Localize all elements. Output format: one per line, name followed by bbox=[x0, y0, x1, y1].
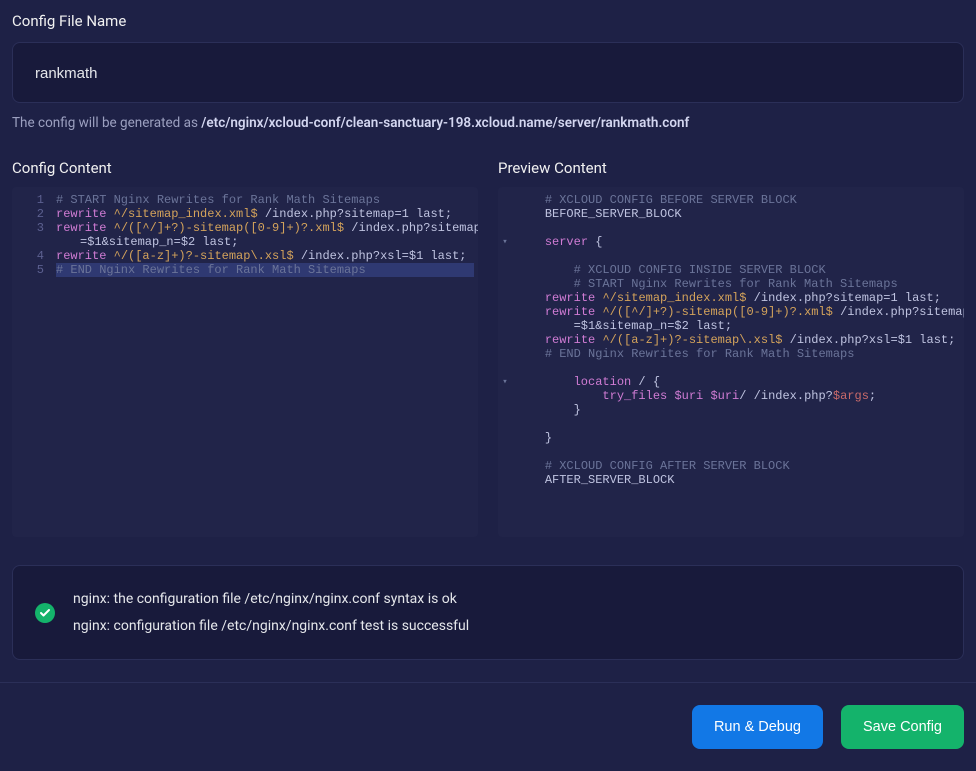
run-debug-button[interactable]: Run & Debug bbox=[692, 705, 823, 749]
preview-content-editor: ▾▾ # XCLOUD CONFIG BEFORE SERVER BLOCK B… bbox=[498, 187, 964, 537]
config-name-input[interactable] bbox=[35, 65, 941, 82]
editor-code[interactable]: # START Nginx Rewrites for Rank Math Sit… bbox=[52, 187, 478, 537]
footer: Run & Debug Save Config bbox=[0, 682, 976, 771]
hint-path: /etc/nginx/xcloud-conf/clean-sanctuary-1… bbox=[201, 115, 689, 131]
config-name-input-wrap[interactable] bbox=[12, 42, 964, 103]
hint-prefix: The config will be generated as bbox=[12, 115, 201, 131]
config-path-hint: The config will be generated as /etc/ngi… bbox=[12, 115, 964, 131]
preview-content-label: Preview Content bbox=[498, 159, 964, 177]
editor-gutter: 12345 bbox=[12, 187, 52, 537]
status-text: nginx: the configuration file /etc/nginx… bbox=[73, 586, 469, 639]
status-line-2: nginx: configuration file /etc/nginx/ngi… bbox=[73, 613, 469, 640]
status-line-1: nginx: the configuration file /etc/nginx… bbox=[73, 586, 469, 613]
config-name-label: Config File Name bbox=[12, 12, 964, 30]
config-content-editor[interactable]: 12345 # START Nginx Rewrites for Rank Ma… bbox=[12, 187, 478, 537]
preview-fold-column: ▾▾ bbox=[498, 187, 512, 537]
success-check-icon bbox=[35, 603, 55, 623]
preview-code: # XCLOUD CONFIG BEFORE SERVER BLOCK BEFO… bbox=[512, 187, 964, 537]
status-box: nginx: the configuration file /etc/nginx… bbox=[12, 565, 964, 660]
config-content-label: Config Content bbox=[12, 159, 478, 177]
save-config-button[interactable]: Save Config bbox=[841, 705, 964, 749]
